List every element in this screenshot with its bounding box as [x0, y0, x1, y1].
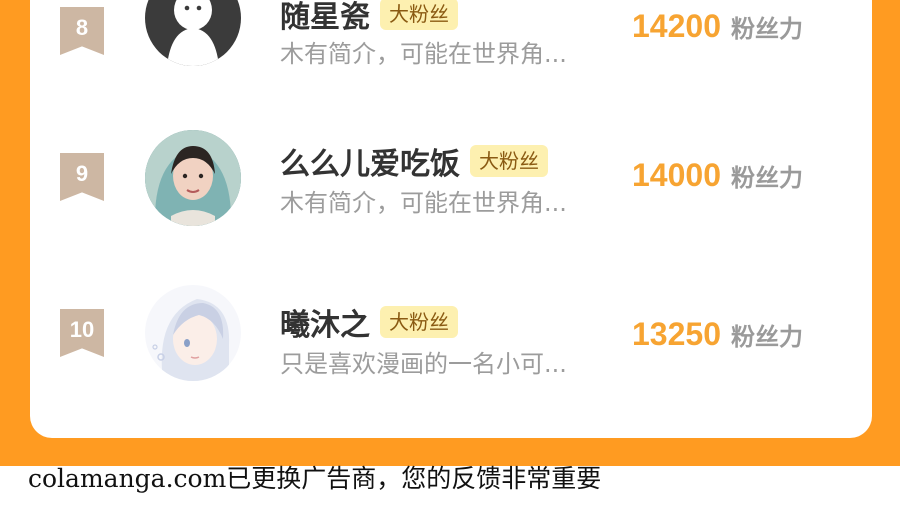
ranking-row-8[interactable]: 8 随星瓷 大粉丝 木有简介，可能在世界角... 14200 粉丝力 [30, 0, 872, 90]
user-avatar[interactable] [145, 130, 241, 226]
fan-power-unit: 粉丝力 [730, 323, 803, 351]
user-name[interactable]: 随星瓷 [280, 0, 370, 36]
fan-power-score: 14200 [632, 8, 721, 44]
rank-badge: 8 [60, 7, 104, 55]
advertiser-change-notice: colamanga.com已更换广告商，您的反馈非常重要 [28, 464, 602, 493]
user-avatar[interactable] [145, 285, 241, 381]
fan-level-badge: 大粉丝 [380, 306, 458, 338]
default-ghost-avatar-icon [145, 0, 241, 66]
user-bio: 只是喜欢漫画的一名小可... [280, 350, 567, 378]
photo-girl-hood-avatar-icon [145, 130, 241, 226]
fan-power-unit: 粉丝力 [730, 15, 803, 43]
user-avatar[interactable] [145, 0, 241, 66]
rank-badge: 9 [60, 153, 104, 201]
anime-girl-avatar-icon [145, 285, 241, 381]
fan-ranking-card: 8 随星瓷 大粉丝 木有简介，可能在世界角... 14200 粉丝力 9 么么儿… [30, 0, 872, 438]
fan-power-score: 14000 [632, 157, 721, 193]
rank-badge: 10 [60, 309, 104, 357]
ranking-row-9[interactable]: 9 么么儿爱吃饭 大粉丝 木有简介，可能在世界角... 14000 粉丝力 [30, 123, 872, 243]
user-bio: 木有简介，可能在世界角... [280, 189, 567, 217]
fan-level-badge: 大粉丝 [380, 0, 458, 30]
fan-level-badge: 大粉丝 [470, 145, 548, 177]
fan-power-unit: 粉丝力 [730, 164, 803, 192]
fan-power-score: 13250 [632, 316, 721, 352]
user-bio: 木有简介，可能在世界角... [280, 40, 567, 68]
ranking-row-10[interactable]: 10 曦沐之 大粉丝 只是喜欢漫画的一名小可... 13250 粉丝力 [30, 276, 872, 396]
user-name[interactable]: 曦沐之 [280, 300, 370, 344]
user-name[interactable]: 么么儿爱吃饭 [280, 139, 460, 183]
